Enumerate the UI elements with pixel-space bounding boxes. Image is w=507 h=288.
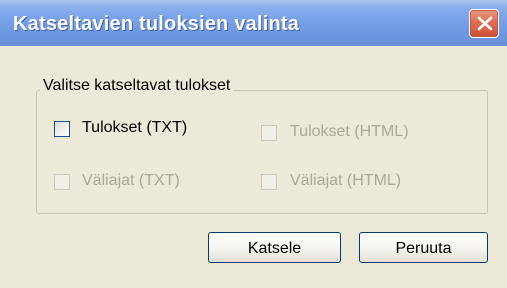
checkbox-label-valiajat-txt[interactable]: Väliajat (TXT): [82, 172, 180, 190]
checkbox-label-tulokset-html[interactable]: Tulokset (HTML): [290, 123, 409, 141]
checkbox-tulokset-txt[interactable]: [54, 121, 70, 137]
cancel-button[interactable]: Peruuta: [359, 232, 488, 263]
groupbox-legend: Valitse katseltavat tulokset: [40, 77, 234, 95]
view-button[interactable]: Katsele: [208, 232, 341, 263]
dialog-window: Katseltavien tuloksien valinta Valitse k…: [0, 0, 507, 288]
close-button[interactable]: [469, 9, 499, 38]
window-title: Katseltavien tuloksien valinta: [13, 13, 300, 35]
close-icon: [477, 16, 493, 31]
results-groupbox: [36, 90, 488, 214]
title-bar[interactable]: Katseltavien tuloksien valinta: [0, 0, 507, 46]
checkbox-label-valiajat-html[interactable]: Väliajat (HTML): [290, 172, 401, 190]
checkbox-valiajat-txt[interactable]: [54, 174, 70, 190]
checkbox-valiajat-html[interactable]: [261, 174, 277, 190]
checkbox-tulokset-html[interactable]: [261, 125, 277, 141]
checkbox-label-tulokset-txt[interactable]: Tulokset (TXT): [82, 119, 187, 137]
